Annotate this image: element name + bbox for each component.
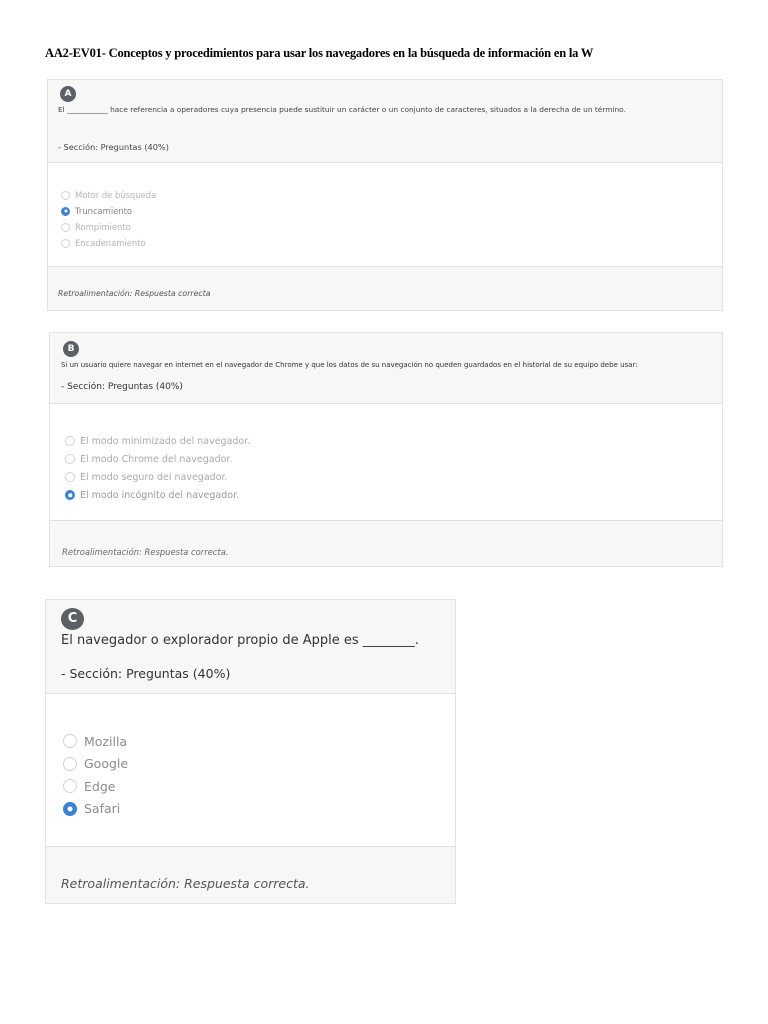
answer-option[interactable]: El modo seguro del navegador.: [65, 468, 250, 486]
question-card-a: A El ___________ hace referencia a opera…: [47, 79, 723, 311]
option-label: Rompimiento: [75, 222, 131, 232]
answer-option[interactable]: Truncamiento: [61, 203, 156, 219]
radio-checked-icon[interactable]: [65, 490, 75, 500]
answer-option[interactable]: Encadenamiento: [61, 235, 156, 251]
option-label: Motor de búsqueda: [75, 190, 157, 200]
answer-options: Mozilla Google Edge Safari: [63, 730, 128, 820]
option-label: El modo seguro del navegador.: [80, 471, 228, 483]
radio-checked-icon[interactable]: [63, 801, 77, 816]
option-label: Google: [84, 756, 129, 772]
radio-unchecked-icon[interactable]: [61, 238, 70, 248]
answer-option[interactable]: Motor de búsqueda: [61, 187, 156, 203]
radio-checked-icon[interactable]: [61, 206, 70, 216]
question-badge: C: [61, 608, 84, 630]
radio-unchecked-icon[interactable]: [65, 454, 75, 464]
feedback-text: Retroalimentación: Respuesta correcta.: [62, 547, 229, 557]
answer-option[interactable]: Rompimiento: [61, 219, 156, 235]
feedback-footer: Retroalimentación: Respuesta correcta.: [50, 520, 722, 566]
answer-option[interactable]: Google: [63, 753, 128, 776]
radio-unchecked-icon[interactable]: [63, 734, 77, 749]
radio-unchecked-icon[interactable]: [65, 436, 75, 446]
option-label: Encadenamiento: [75, 238, 146, 248]
question-header: C El navegador o explorador propio de Ap…: [46, 600, 455, 694]
question-text: Si un usuario quiere navegar en internet…: [61, 361, 638, 369]
option-label: Safari: [84, 801, 121, 817]
question-badge: B: [63, 341, 79, 357]
question-header: B Si un usuario quiere navegar en intern…: [50, 333, 722, 404]
feedback-footer: Retroalimentación: Respuesta correcta: [48, 266, 722, 310]
feedback-text: Retroalimentación: Respuesta correcta: [58, 289, 211, 298]
option-label: El modo incógnito del navegador.: [80, 489, 240, 501]
answer-option[interactable]: El modo incógnito del navegador.: [65, 486, 250, 504]
radio-unchecked-icon[interactable]: [61, 190, 70, 200]
option-label: El modo Chrome del navegador.: [80, 453, 233, 465]
answer-option[interactable]: Edge: [63, 775, 128, 798]
question-card-c: C El navegador o explorador propio de Ap…: [45, 599, 456, 904]
question-badge: A: [60, 86, 76, 102]
option-label: El modo minimizado del navegador.: [80, 435, 251, 447]
question-section: - Sección: Preguntas (40%): [58, 142, 169, 152]
option-label: Mozilla: [84, 733, 128, 749]
document-title: AA2-EV01- Conceptos y procedimientos par…: [45, 46, 594, 60]
radio-unchecked-icon[interactable]: [61, 222, 70, 232]
answer-option[interactable]: Safari: [63, 798, 128, 821]
option-label: Edge: [84, 778, 116, 794]
question-section: - Sección: Preguntas (40%): [61, 382, 183, 392]
feedback-footer: Retroalimentación: Respuesta correcta.: [46, 846, 455, 903]
answer-option[interactable]: El modo minimizado del navegador.: [65, 432, 250, 450]
question-card-b: B Si un usuario quiere navegar en intern…: [49, 332, 723, 567]
option-label: Truncamiento: [75, 206, 133, 216]
answer-option[interactable]: El modo Chrome del navegador.: [65, 450, 250, 468]
feedback-text: Retroalimentación: Respuesta correcta.: [61, 876, 310, 891]
answer-option[interactable]: Mozilla: [63, 730, 128, 753]
radio-unchecked-icon[interactable]: [65, 472, 75, 482]
answer-options: El modo minimizado del navegador. El mod…: [65, 432, 250, 504]
radio-unchecked-icon[interactable]: [63, 756, 77, 771]
radio-unchecked-icon[interactable]: [63, 779, 77, 794]
question-text: El navegador o explorador propio de Appl…: [61, 633, 419, 648]
question-text: El ___________ hace referencia a operado…: [58, 105, 626, 114]
answer-options: Motor de búsqueda Truncamiento Rompimien…: [61, 187, 156, 251]
question-header: A El ___________ hace referencia a opera…: [48, 80, 722, 163]
question-section: - Sección: Preguntas (40%): [61, 666, 231, 681]
